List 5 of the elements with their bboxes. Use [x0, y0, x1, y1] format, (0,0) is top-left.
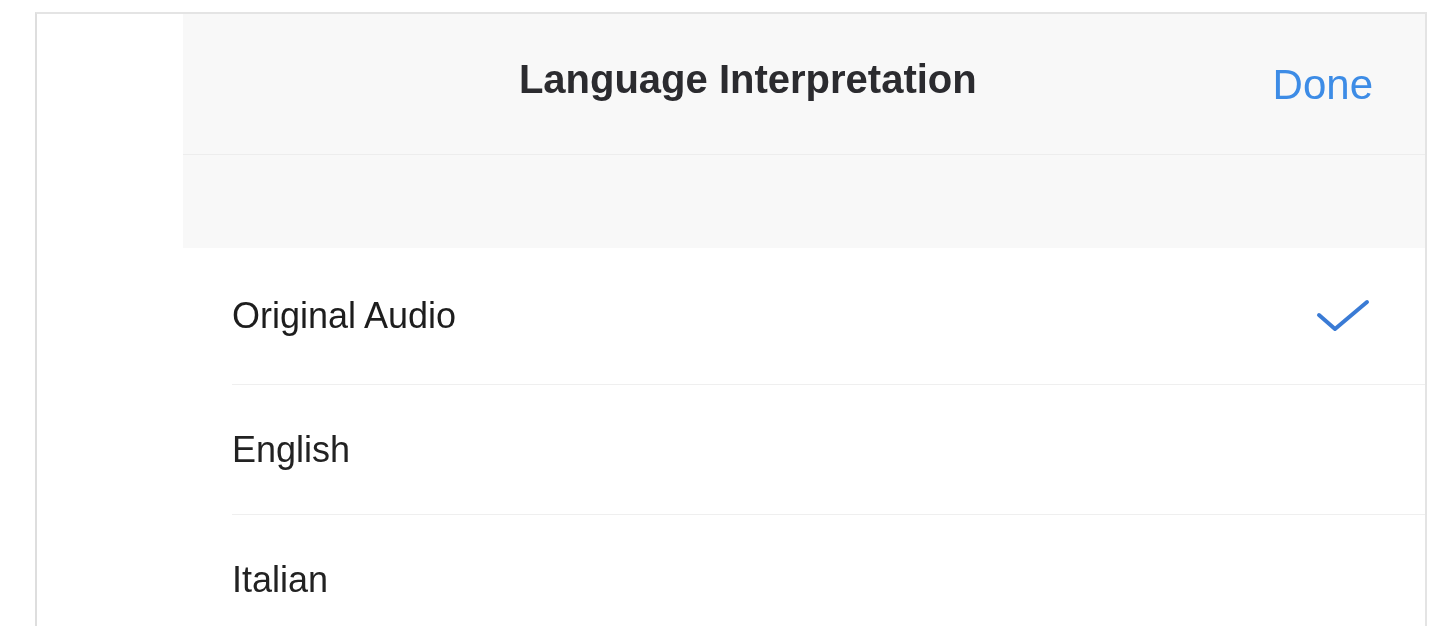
- checkmark-icon: [1316, 299, 1370, 333]
- language-option[interactable]: Original Audio: [232, 248, 1425, 384]
- language-option[interactable]: English: [232, 384, 1425, 514]
- dialog-title: Language Interpretation: [517, 56, 978, 102]
- language-option[interactable]: Italian: [232, 514, 1425, 626]
